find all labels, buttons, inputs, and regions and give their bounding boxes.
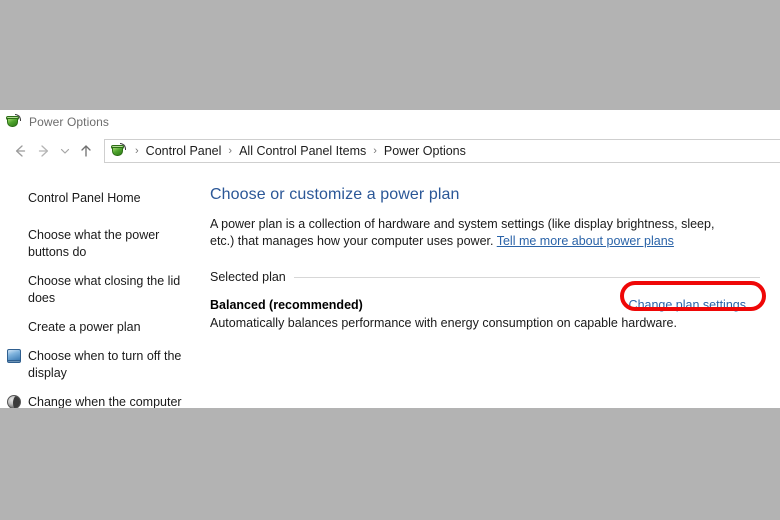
group-divider	[293, 276, 760, 278]
address-bar[interactable]: › Control Panel › All Control Panel Item…	[104, 139, 780, 163]
forward-arrow-icon[interactable]	[32, 139, 56, 163]
window-body: Control Panel Home Choose what the power…	[0, 168, 780, 408]
plan-description: Automatically balances performance with …	[210, 316, 677, 330]
up-arrow-icon[interactable]	[74, 139, 98, 163]
sidebar-item-label: Create a power plan	[28, 320, 141, 334]
breadcrumb-item-all-control-panel-items[interactable]: All Control Panel Items	[239, 144, 366, 158]
power-options-window: Power Options › Control Panel › All Cont…	[0, 110, 780, 408]
breadcrumb-power-plug-icon	[111, 143, 127, 159]
sidebar-item-label: Choose what the power buttons do	[28, 228, 160, 259]
back-arrow-icon[interactable]	[8, 139, 32, 163]
window-titlebar: Power Options	[0, 110, 780, 134]
group-label: Selected plan	[210, 270, 286, 284]
page-title: Choose or customize a power plan	[210, 186, 460, 203]
sidebar-icon-placeholder	[6, 227, 24, 243]
navigation-toolbar: › Control Panel › All Control Panel Item…	[0, 134, 780, 168]
breadcrumb-separator: ›	[135, 145, 139, 157]
sidebar-item-create-power-plan[interactable]: Create a power plan	[0, 319, 205, 336]
tell-me-more-link[interactable]: Tell me more about power plans	[497, 234, 674, 248]
chevron-down-icon[interactable]	[56, 139, 74, 163]
sidebar-item-label: Choose when to turn off the display	[28, 349, 182, 380]
change-plan-settings-link[interactable]: Change plan settings	[629, 298, 746, 312]
breadcrumb-separator: ›	[373, 145, 377, 157]
sidebar-item-turn-off-display[interactable]: Choose when to turn off the display	[0, 348, 205, 382]
sidebar-item-control-panel-home[interactable]: Control Panel Home	[0, 190, 205, 207]
sidebar-icon-placeholder	[6, 319, 24, 335]
sidebar-icon-placeholder	[6, 190, 24, 206]
window-title: Power Options	[29, 115, 110, 129]
main-content: Choose or customize a power plan A power…	[205, 168, 780, 408]
sidebar-item-label: Change when the computer sleeps	[28, 395, 182, 408]
sidebar: Control Panel Home Choose what the power…	[0, 168, 205, 408]
selected-plan-group-header: Selected plan	[210, 270, 760, 284]
breadcrumb-separator: ›	[228, 145, 233, 157]
sidebar-icon-placeholder	[6, 273, 24, 289]
sidebar-item-label: Control Panel Home	[28, 191, 141, 205]
plan-name: Balanced (recommended)	[210, 298, 363, 312]
page-description: A power plan is a collection of hardware…	[210, 216, 718, 250]
breadcrumb-item-power-options[interactable]: Power Options	[384, 144, 466, 158]
sidebar-item-computer-sleeps[interactable]: Change when the computer sleeps	[0, 394, 205, 408]
sidebar-item-power-buttons[interactable]: Choose what the power buttons do	[0, 227, 205, 261]
sleep-moon-icon	[6, 394, 24, 408]
breadcrumb-item-control-panel[interactable]: Control Panel	[146, 144, 222, 158]
sidebar-item-closing-lid[interactable]: Choose what closing the lid does	[0, 273, 205, 307]
sidebar-item-label: Choose what closing the lid does	[28, 274, 181, 305]
monitor-icon	[6, 348, 24, 364]
selected-plan-row: Balanced (recommended) Change plan setti…	[210, 298, 760, 312]
desktop-background: Power Options › Control Panel › All Cont…	[0, 0, 780, 520]
power-plug-icon	[6, 114, 22, 130]
